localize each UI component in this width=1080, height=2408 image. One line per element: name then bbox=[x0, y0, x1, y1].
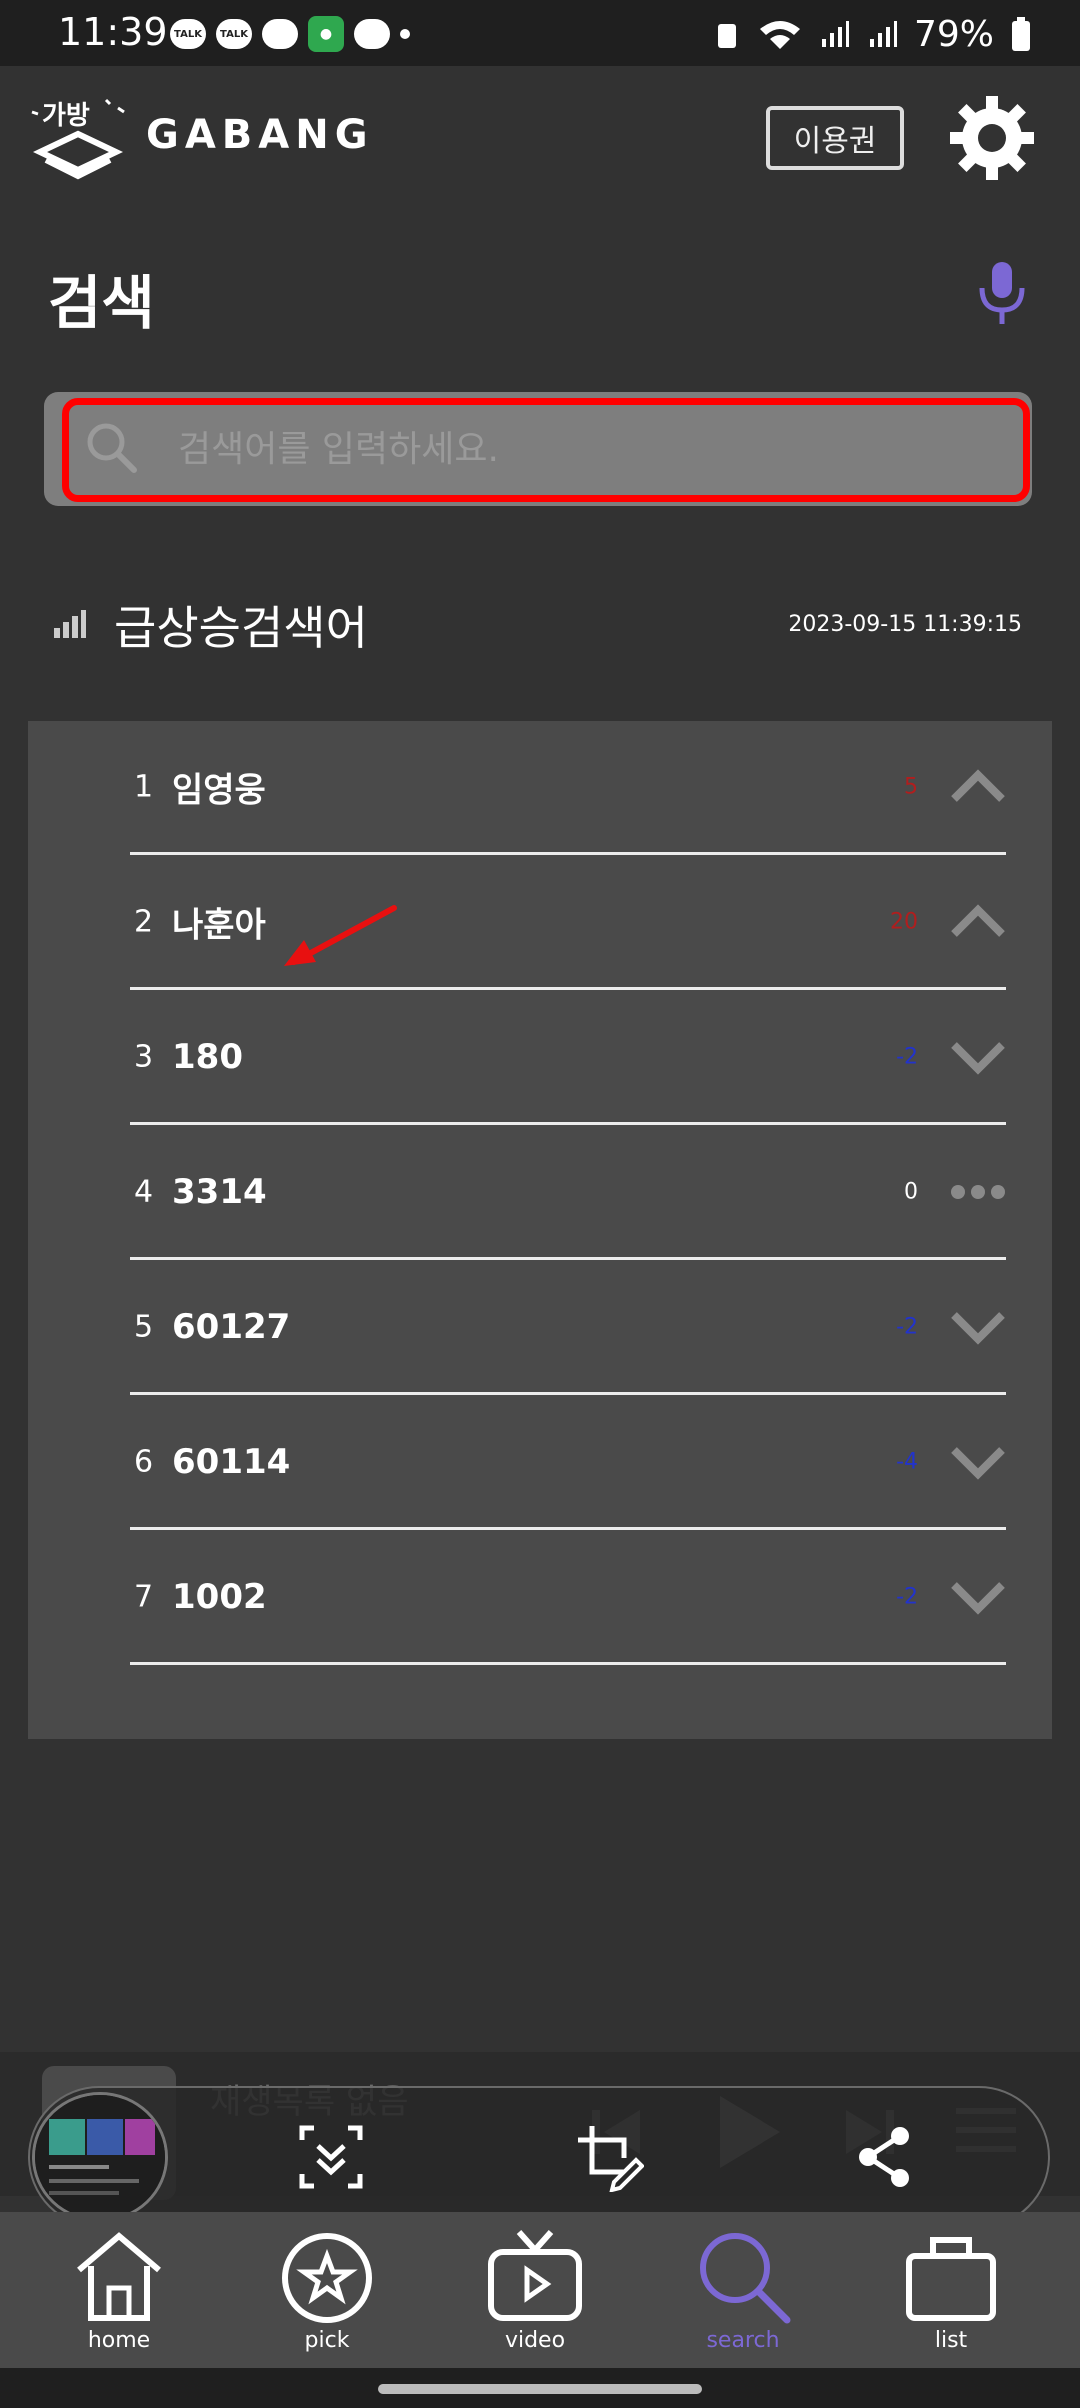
rank-number: 5 bbox=[134, 1309, 154, 1344]
signal-icon bbox=[821, 20, 849, 47]
cloud-icon bbox=[354, 19, 390, 49]
rank-number: 2 bbox=[134, 904, 154, 939]
notification-icons: TALK TALK ● bbox=[170, 16, 410, 52]
scroll-capture-icon[interactable] bbox=[296, 2122, 366, 2192]
nav-home-label: home bbox=[87, 2328, 151, 2353]
rank-keyword: 60114 bbox=[172, 1441, 291, 1482]
trending-row[interactable]: 4 3314 0 bbox=[130, 1126, 1006, 1260]
rank-delta: -2 bbox=[896, 1314, 918, 1339]
wifi-icon bbox=[759, 20, 800, 49]
trending-row[interactable]: 7 1002 -2 bbox=[130, 1531, 1006, 1665]
chevron-down-icon bbox=[951, 1311, 1005, 1345]
chevron-down-icon bbox=[951, 1446, 1005, 1480]
rank-delta: -2 bbox=[896, 1584, 918, 1609]
search-icon bbox=[700, 2233, 791, 2324]
rank-keyword: 임영웅 bbox=[172, 770, 266, 810]
bar-chart-icon bbox=[54, 610, 86, 638]
rank-number: 1 bbox=[134, 769, 154, 804]
rank-number: 7 bbox=[134, 1579, 154, 1614]
kakaotalk-icon: TALK bbox=[216, 19, 252, 49]
rank-number: 4 bbox=[134, 1174, 154, 1209]
chevron-up-icon bbox=[951, 903, 1005, 937]
svg-text:가방: 가방 bbox=[42, 101, 90, 131]
nav-pick-label: pick bbox=[304, 2328, 350, 2353]
trending-timestamp: 2023-09-15 11:39:15 bbox=[788, 612, 1022, 637]
trending-row[interactable]: 3 180 -2 bbox=[130, 991, 1006, 1125]
trending-row[interactable]: 6 60114 -4 bbox=[130, 1396, 1006, 1530]
rank-delta: 20 bbox=[890, 909, 918, 934]
app-header: 가방 GABANG 이용권 bbox=[0, 66, 1080, 216]
rank-delta: -2 bbox=[896, 1044, 918, 1069]
chevron-up-icon bbox=[951, 768, 1005, 802]
battery-saver-icon bbox=[717, 23, 736, 48]
trending-row[interactable]: 5 60127 -2 bbox=[130, 1261, 1006, 1395]
more-dots-icon bbox=[951, 1184, 1005, 1199]
more-notifications-icon bbox=[400, 29, 410, 39]
status-time: 11:39 bbox=[58, 10, 168, 54]
screenshot-preview-thumbnail[interactable] bbox=[32, 2092, 168, 2222]
screenshot-preview-image bbox=[35, 2095, 165, 2219]
nav-search-label: search bbox=[706, 2328, 780, 2353]
nav-search[interactable]: search bbox=[678, 2226, 808, 2366]
rank-keyword: 180 bbox=[172, 1036, 243, 1077]
chevron-down-icon bbox=[951, 1581, 1005, 1615]
rank-delta: 5 bbox=[904, 774, 918, 799]
annotation-arrow-icon bbox=[284, 905, 397, 966]
battery-percent: 79% bbox=[913, 14, 994, 55]
rank-delta: 0 bbox=[904, 1179, 918, 1204]
nav-list-label: list bbox=[934, 2328, 968, 2353]
system-icons: 79% bbox=[712, 14, 1032, 55]
settings-gear-icon[interactable] bbox=[946, 92, 1038, 184]
bottom-navigation: home pick video search list bbox=[0, 2212, 1080, 2368]
ticket-button[interactable]: 이용권 bbox=[766, 106, 904, 170]
share-icon[interactable] bbox=[850, 2122, 920, 2192]
trending-title: 급상승검색어 bbox=[114, 601, 368, 655]
page-title: 검색 bbox=[48, 269, 155, 337]
trending-list: 1 임영웅 5 2 나훈아 20 3 180 -2 4 3314 0 5 601… bbox=[28, 721, 1052, 1739]
app-logo-text: GABANG bbox=[146, 112, 374, 158]
status-bar: 11:39 TALK TALK ● 79% bbox=[0, 0, 1080, 66]
rank-keyword: 3314 bbox=[172, 1171, 267, 1212]
rank-number: 3 bbox=[134, 1039, 154, 1074]
bag-icon bbox=[906, 2237, 996, 2321]
ticket-button-label: 이용권 bbox=[793, 124, 877, 159]
search-highlight-box bbox=[62, 398, 1030, 502]
home-icon bbox=[77, 2232, 161, 2321]
battery-icon bbox=[1012, 16, 1030, 51]
crop-edit-icon[interactable] bbox=[574, 2122, 644, 2192]
rank-delta: -4 bbox=[896, 1449, 918, 1474]
trending-row[interactable]: 1 임영웅 5 bbox=[130, 721, 1006, 855]
app-notification-icon: ● bbox=[308, 16, 344, 52]
gabang-logo-icon: 가방 bbox=[31, 98, 125, 180]
signal-icon-2 bbox=[869, 20, 897, 47]
chat-bubble-icon bbox=[262, 19, 298, 49]
rank-number: 6 bbox=[134, 1444, 154, 1479]
star-icon bbox=[282, 2233, 372, 2323]
nav-pick[interactable]: pick bbox=[262, 2226, 392, 2366]
rank-keyword: 60127 bbox=[172, 1306, 291, 1347]
nav-list[interactable]: list bbox=[886, 2226, 1016, 2366]
rank-keyword: 나훈아 bbox=[172, 905, 266, 945]
microphone-icon[interactable] bbox=[972, 258, 1032, 328]
home-indicator[interactable] bbox=[378, 2384, 702, 2394]
rank-keyword: 1002 bbox=[172, 1576, 267, 1617]
kakaotalk-icon: TALK bbox=[170, 19, 206, 49]
nav-home[interactable]: home bbox=[54, 2226, 184, 2366]
chevron-down-icon bbox=[951, 1041, 1005, 1075]
nav-video[interactable]: video bbox=[470, 2226, 600, 2366]
video-tv-icon bbox=[488, 2230, 582, 2321]
trending-row[interactable]: 2 나훈아 20 bbox=[130, 856, 1006, 990]
nav-video-label: video bbox=[504, 2328, 566, 2353]
